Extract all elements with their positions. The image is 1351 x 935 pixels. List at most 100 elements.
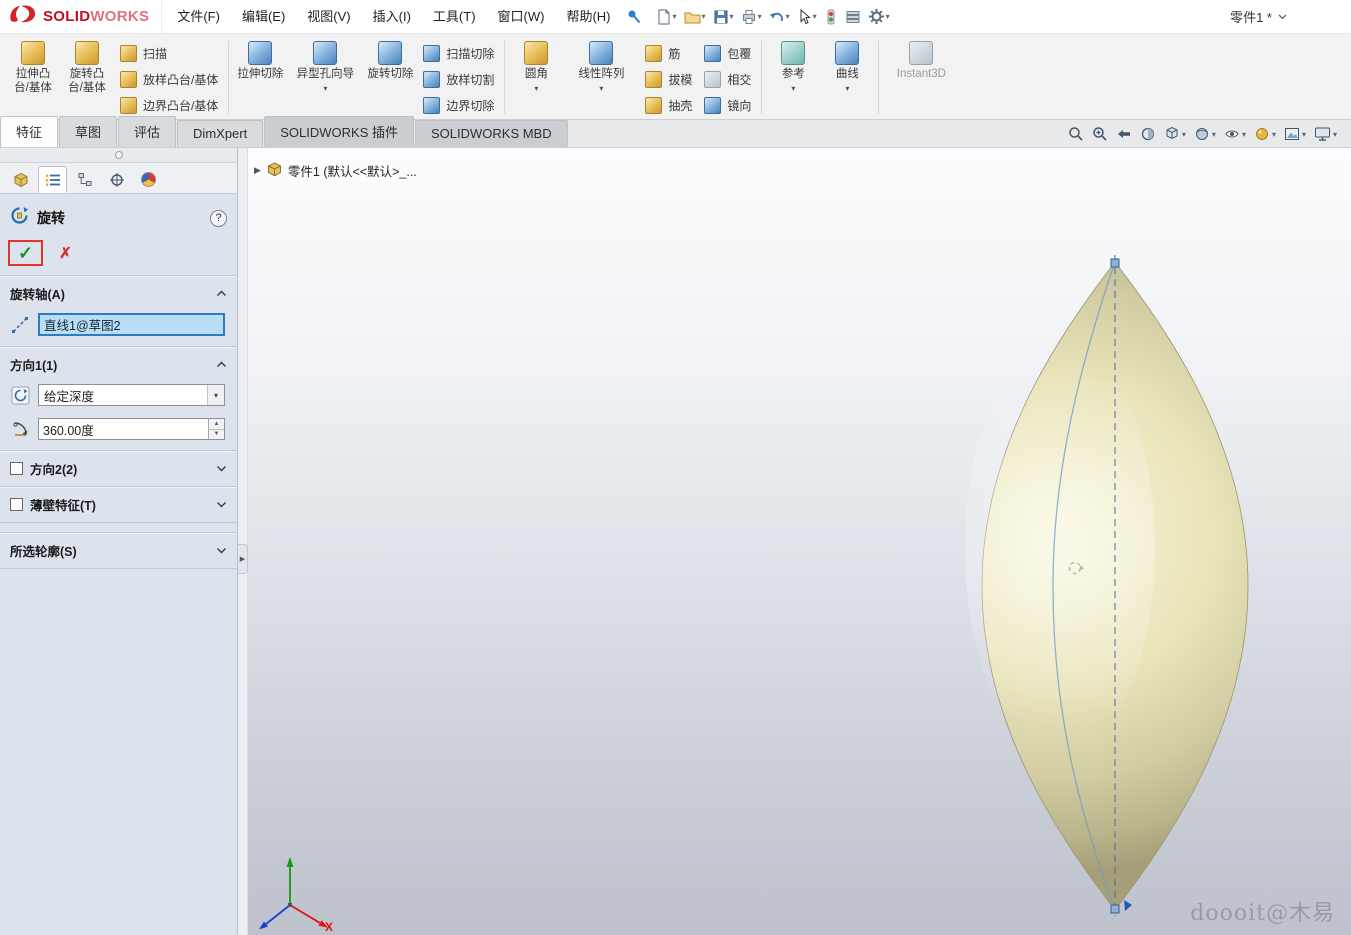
collapse-up-icon[interactable]	[216, 290, 227, 297]
draft-button[interactable]: 拔模	[639, 69, 698, 90]
previous-view-button[interactable]	[1116, 126, 1132, 142]
ok-button[interactable]: ✓	[18, 243, 33, 263]
revolved-cut-button[interactable]: 旋转切除	[363, 36, 417, 119]
model-scene[interactable]	[248, 148, 1351, 935]
extruded-cut-button[interactable]: 拉伸切除	[233, 36, 287, 119]
tab-features[interactable]: 特征	[0, 116, 59, 147]
expand-down-icon[interactable]	[216, 465, 227, 472]
rib-button[interactable]: 筋	[639, 43, 698, 64]
rebuild-button[interactable]	[822, 7, 840, 27]
pin-menu-icon[interactable]	[626, 9, 642, 25]
fillet-button[interactable]: 圆角 ▾	[509, 36, 563, 119]
direction1-header[interactable]: 方向1(1)	[0, 347, 237, 382]
view-settings-button[interactable]: ▾	[1314, 126, 1337, 142]
panel-resize-grip[interactable]	[0, 148, 237, 163]
solidworks-window: SOLIDWORKS 文件(F) 编辑(E) 视图(V) 插入(I) 工具(T)…	[0, 0, 1351, 935]
wrap-button[interactable]: 包覆	[698, 43, 757, 64]
apply-scene-button[interactable]: ▾	[1284, 127, 1306, 141]
shell-button[interactable]: 抽壳	[639, 95, 698, 116]
menu-view[interactable]: 视图(V)	[296, 0, 361, 33]
instant3d-button[interactable]: Instant3D	[883, 36, 959, 119]
reference-dropdown-icon[interactable]: ▾	[791, 84, 795, 93]
curves-button[interactable]: 曲线 ▾	[820, 36, 874, 119]
expand-down-icon[interactable]	[216, 501, 227, 508]
section-view-button[interactable]	[1140, 126, 1156, 142]
thin-feature-header[interactable]: 薄壁特征(T)	[0, 487, 237, 522]
zoom-area-button[interactable]	[1092, 126, 1108, 142]
extrude-boss-icon	[21, 41, 45, 65]
options-gear-button[interactable]: ▾	[866, 6, 892, 27]
hole-wizard-button[interactable]: 异型孔向导 ▾	[287, 36, 363, 119]
ds-logo-icon	[8, 3, 38, 30]
fillet-dropdown-icon[interactable]: ▾	[534, 84, 538, 93]
menu-tools[interactable]: 工具(T)	[422, 0, 487, 33]
axis-handle-top[interactable]	[1110, 258, 1120, 268]
feature-tree-root-label[interactable]: 零件1 (默认<<默认>_...	[288, 161, 417, 180]
save-button[interactable]: ▾	[711, 7, 736, 27]
thin-feature-checkbox[interactable]	[10, 498, 23, 511]
tab-solidworks-mbd[interactable]: SOLIDWORKS MBD	[414, 120, 568, 147]
revolve-direction-icon[interactable]	[10, 386, 30, 405]
flyout-tree-toggle-icon[interactable]: ▶	[254, 165, 261, 176]
selected-contours-header[interactable]: 所选轮廓(S)	[0, 533, 237, 568]
extrude-boss-button[interactable]: 拉伸凸台/基体	[6, 36, 60, 119]
linear-pattern-button[interactable]: 线性阵列 ▾	[563, 36, 639, 119]
expand-down-icon[interactable]	[216, 547, 227, 554]
hole-wizard-dropdown-icon[interactable]: ▾	[323, 84, 327, 93]
tab-featuremanager-tree[interactable]	[6, 166, 35, 193]
sweep-button[interactable]: 扫描	[114, 43, 224, 64]
axis-handle-bottom[interactable]	[1110, 904, 1120, 914]
undo-button[interactable]: ▾	[767, 7, 792, 27]
select-dropdown-icon[interactable]: ▾	[207, 385, 224, 405]
loft-button[interactable]: 放样凸台/基体	[114, 69, 224, 90]
view-orientation-button[interactable]: ▾	[1164, 126, 1186, 142]
menu-file[interactable]: 文件(F)	[166, 0, 231, 33]
spin-down-button[interactable]: ▼	[209, 429, 224, 439]
swept-cut-button[interactable]: 扫描切除	[417, 43, 500, 64]
zoom-fit-button[interactable]	[1068, 126, 1084, 142]
menu-window[interactable]: 窗口(W)	[487, 0, 556, 33]
print-button[interactable]: ▾	[739, 7, 764, 27]
linear-pattern-dropdown-icon[interactable]: ▾	[599, 84, 603, 93]
edit-appearance-button[interactable]: ▾	[1254, 126, 1276, 142]
reference-geometry-button[interactable]: 参考 ▾	[766, 36, 820, 119]
hide-show-items-button[interactable]: ▾	[1224, 127, 1246, 141]
display-settings-button[interactable]	[843, 7, 863, 27]
direction2-checkbox[interactable]	[10, 462, 23, 475]
display-style-button[interactable]: ▾	[1194, 126, 1216, 142]
revolve-boss-button[interactable]: 旋转凸台/基体	[60, 36, 114, 119]
select-button[interactable]: ▾	[795, 7, 819, 27]
tab-solidworks-addins[interactable]: SOLIDWORKS 插件	[264, 116, 414, 147]
cancel-button[interactable]: ✗	[59, 244, 72, 262]
menu-edit[interactable]: 编辑(E)	[231, 0, 296, 33]
mirror-button[interactable]: 镜向	[698, 95, 757, 116]
boundary-cut-button[interactable]: 边界切除	[417, 95, 500, 116]
open-button[interactable]: ▾	[682, 7, 708, 27]
tab-propertymanager[interactable]	[38, 166, 67, 193]
tab-dimxpertmanager[interactable]	[102, 166, 131, 193]
intersect-button[interactable]: 相交	[698, 69, 757, 90]
help-button[interactable]: ?	[210, 209, 227, 227]
tab-sketch[interactable]: 草图	[59, 116, 118, 147]
boundary-boss-button[interactable]: 边界凸台/基体	[114, 95, 224, 116]
tab-configurationmanager[interactable]	[70, 166, 99, 193]
menu-help[interactable]: 帮助(H)	[555, 0, 621, 33]
tab-dimxpert[interactable]: DimXpert	[177, 120, 264, 147]
spin-up-button[interactable]: ▲	[209, 419, 224, 430]
intersect-icon	[704, 71, 722, 88]
direction2-header[interactable]: 方向2(2)	[0, 451, 237, 486]
axis-selection-input[interactable]	[38, 313, 225, 336]
collapse-up-icon[interactable]	[216, 361, 227, 368]
tab-evaluate[interactable]: 评估	[118, 116, 177, 147]
curves-dropdown-icon[interactable]: ▾	[845, 84, 849, 93]
new-document-button[interactable]: ▾	[654, 7, 679, 27]
tab-displaymanager[interactable]	[134, 166, 163, 193]
revolve-axis-header[interactable]: 旋转轴(A)	[0, 276, 237, 311]
panel-flyout-handle[interactable]: ▶	[238, 544, 248, 574]
angle-input[interactable]	[39, 422, 208, 436]
viewport-3d[interactable]: ▶ 零件1 (默认<<默认>_... X doooit@木易	[248, 148, 1351, 935]
menu-insert[interactable]: 插入(I)	[362, 0, 422, 33]
end-condition-select[interactable]: 给定深度 ▾	[38, 384, 225, 406]
lofted-cut-button[interactable]: 放样切割	[417, 69, 500, 90]
curves-icon	[835, 41, 860, 65]
